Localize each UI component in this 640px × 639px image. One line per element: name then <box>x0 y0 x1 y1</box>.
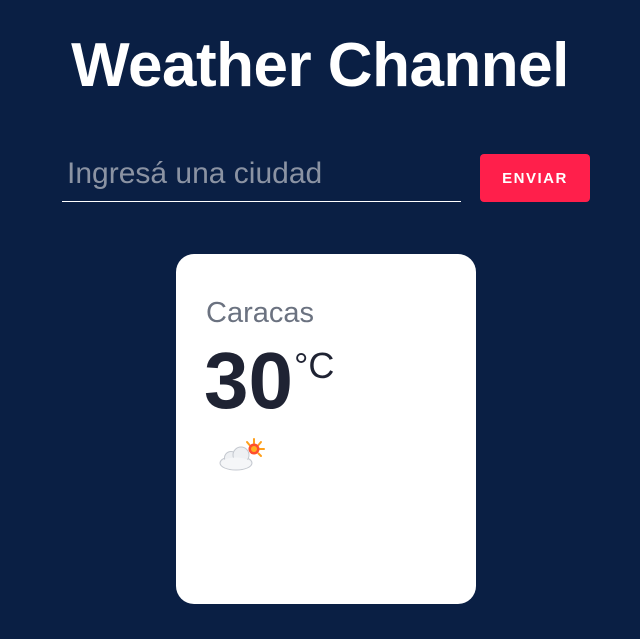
search-form: ENVIAR <box>62 146 592 206</box>
temperature-unit: °C <box>294 345 335 386</box>
partly-sunny-cloud-icon <box>216 438 270 474</box>
city-search-input[interactable] <box>62 146 461 202</box>
weather-card: Caracas 30 °C <box>176 254 476 604</box>
submit-button[interactable]: ENVIAR <box>480 154 590 202</box>
temperature-value: 30 <box>204 336 293 425</box>
app-title: Weather Channel <box>71 31 569 100</box>
city-name: Caracas <box>206 297 314 329</box>
